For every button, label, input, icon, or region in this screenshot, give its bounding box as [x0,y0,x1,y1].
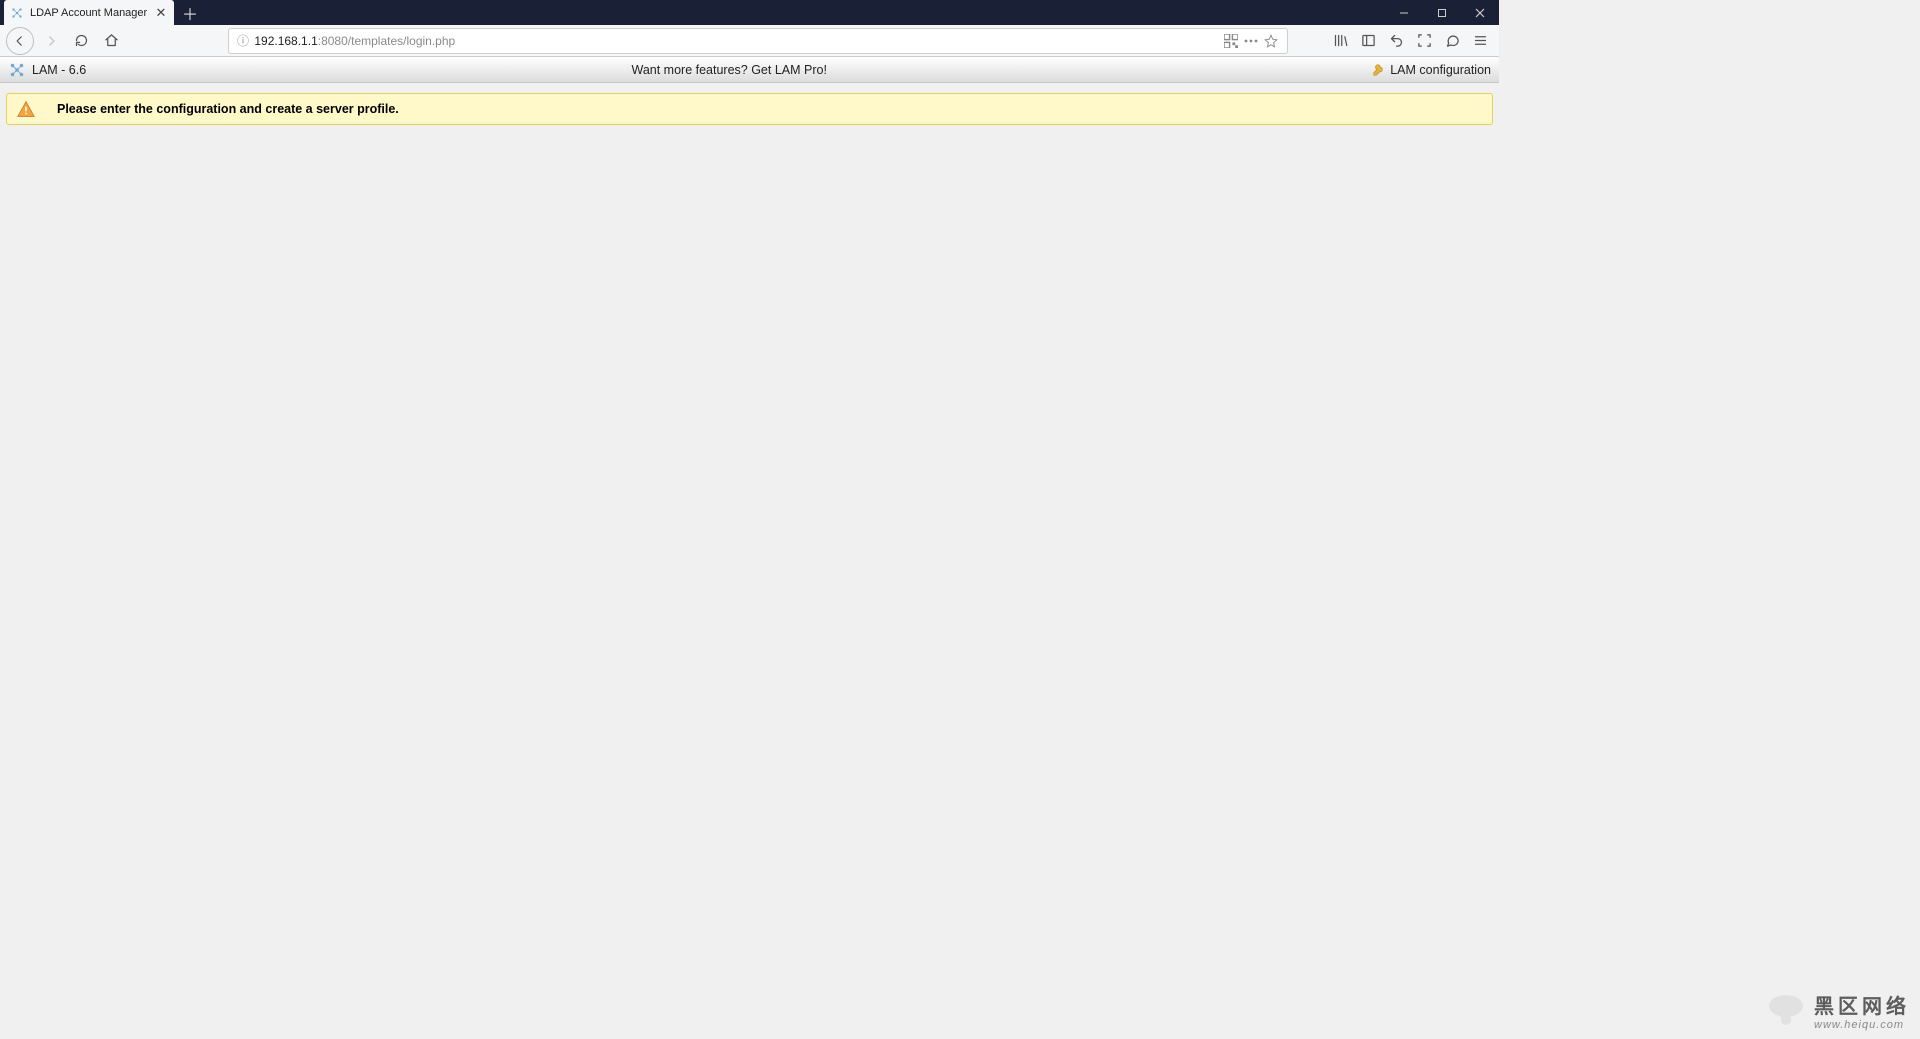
library-icon[interactable] [1327,28,1353,54]
window-minimize-button[interactable] [1385,0,1423,25]
browser-tab[interactable]: LDAP Account Manager ✕ [4,0,174,25]
lam-logo-icon [8,61,26,79]
sidebar-icon[interactable] [1355,28,1381,54]
close-tab-icon[interactable]: ✕ [154,6,168,20]
alert-message: Please enter the configuration and creat… [57,102,399,116]
watermark-title: 黑区网络 [1814,990,1910,1019]
url-host: 192.168.1.1 [254,34,317,48]
undo-icon[interactable] [1383,28,1409,54]
lam-promo-text: Want more features? Get LAM Pro! [631,63,826,77]
window-close-button[interactable] [1461,0,1499,25]
lam-configuration-link[interactable]: LAM configuration [1372,63,1491,77]
qr-icon[interactable] [1221,34,1241,48]
tab-strip: LDAP Account Manager ✕ ＋ [0,0,202,25]
tab-title: LDAP Account Manager [30,7,148,19]
url-text: 192.168.1.1:8080/templates/login.php [251,34,1221,48]
app-menu-icon[interactable] [1467,28,1493,54]
tab-favicon [10,6,24,20]
window-controls [1385,0,1499,25]
watermark-subtitle: www.heiqu.com [1814,1019,1910,1031]
bookmark-star-icon[interactable] [1261,34,1281,48]
back-button[interactable] [6,27,34,55]
toolbar-right [1327,28,1493,54]
url-bar[interactable]: ⓘ 192.168.1.1:8080/templates/login.php [228,28,1288,54]
window-titlebar: LDAP Account Manager ✕ ＋ [0,0,1499,25]
watermark: 黑区网络 www.heiqu.com [1766,990,1910,1031]
new-tab-button[interactable]: ＋ [178,1,202,25]
chat-icon[interactable] [1439,28,1465,54]
lam-logo[interactable]: LAM - 6.6 [8,61,86,79]
lam-configuration-label: LAM configuration [1390,63,1491,77]
home-button[interactable] [98,28,124,54]
page-content: LAM - 6.6 Want more features? Get LAM Pr… [0,57,1499,125]
site-info-icon[interactable]: ⓘ [235,32,251,49]
lam-promo-link[interactable]: Want more features? Get LAM Pro! [86,63,1372,77]
mushroom-icon [1766,991,1806,1031]
alert-box: Please enter the configuration and creat… [6,93,1493,125]
window-maximize-button[interactable] [1423,0,1461,25]
lam-version-label: LAM - 6.6 [32,63,86,77]
warning-icon [17,100,35,118]
browser-navbar: ⓘ 192.168.1.1:8080/templates/login.php [0,25,1499,57]
page-actions-icon[interactable] [1241,39,1261,43]
wrench-icon [1372,63,1386,77]
url-path: :8080/templates/login.php [318,34,455,48]
lam-header: LAM - 6.6 Want more features? Get LAM Pr… [0,57,1499,83]
forward-button[interactable] [38,28,64,54]
reload-button[interactable] [68,28,94,54]
screenshot-icon[interactable] [1411,28,1437,54]
